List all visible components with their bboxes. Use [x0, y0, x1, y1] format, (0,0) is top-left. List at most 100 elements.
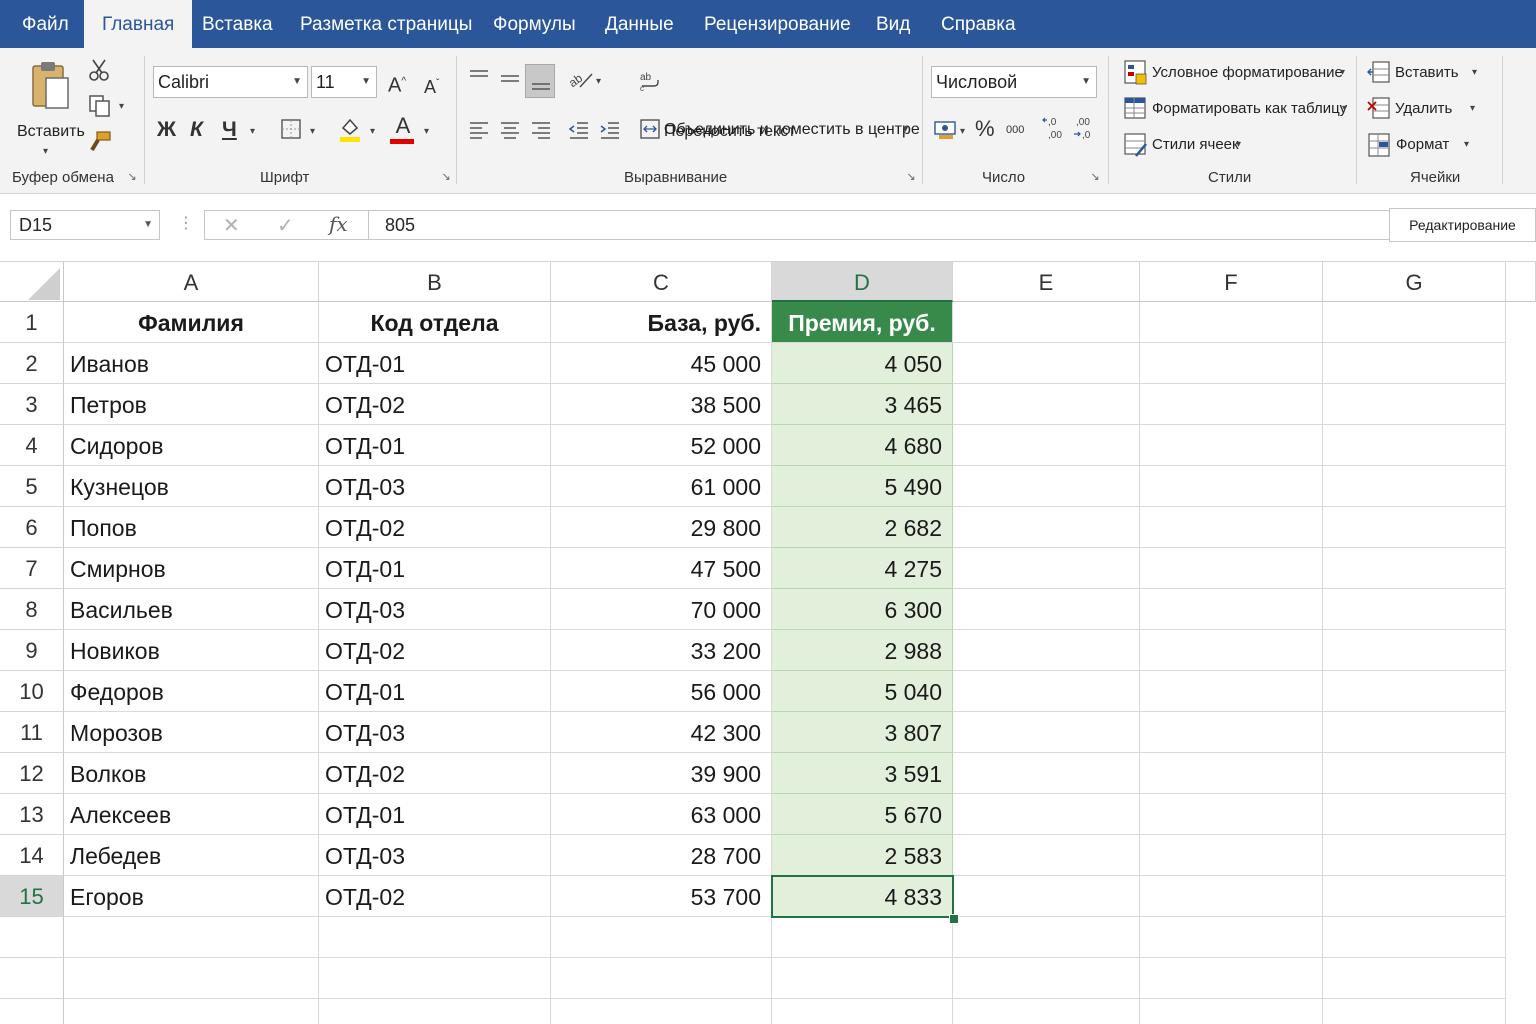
cell-g9[interactable]: [1323, 630, 1506, 671]
format-painter-icon[interactable]: [88, 130, 112, 154]
merge-center-dropdown-caret[interactable]: ▾: [903, 124, 908, 135]
row-header-2[interactable]: 2: [0, 343, 64, 384]
cell-g14[interactable]: [1323, 835, 1506, 876]
row-header-12[interactable]: 12: [0, 753, 64, 794]
thousands-separator-button[interactable]: 000: [1006, 124, 1024, 136]
row-header-16[interactable]: [0, 917, 64, 958]
cell-g12[interactable]: [1323, 753, 1506, 794]
conditional-formatting-icon[interactable]: [1124, 60, 1148, 86]
cell-b15[interactable]: ОТД-02: [319, 876, 551, 917]
cell-b8[interactable]: ОТД-03: [319, 589, 551, 630]
cell-g15[interactable]: [1323, 876, 1506, 917]
merge-center-button[interactable]: Объединить и поместить в центре: [664, 120, 920, 140]
cell-e4[interactable]: [953, 425, 1140, 466]
cell-g11[interactable]: [1323, 712, 1506, 753]
row-header-3[interactable]: 3: [0, 384, 64, 425]
font-size-combo[interactable]: 11 ▼: [311, 66, 377, 98]
fill-color-icon[interactable]: [338, 116, 362, 142]
insert-function-button[interactable]: fx: [329, 212, 348, 236]
fill-handle[interactable]: [949, 914, 959, 924]
cell-f10[interactable]: [1140, 671, 1323, 712]
cell-a16[interactable]: [64, 917, 319, 958]
cell-a11[interactable]: Морозов: [64, 712, 319, 753]
number-format-combo[interactable]: Числовой ▼: [931, 66, 1097, 98]
row-header-1[interactable]: 1: [0, 302, 64, 343]
cell-c2[interactable]: 45 000: [551, 343, 772, 384]
cell-e13[interactable]: [953, 794, 1140, 835]
row-header-4[interactable]: 4: [0, 425, 64, 466]
name-box[interactable]: D15 ▼: [10, 210, 160, 240]
cell-g13[interactable]: [1323, 794, 1506, 835]
cell-a18[interactable]: [64, 999, 319, 1024]
cell-b5[interactable]: ОТД-03: [319, 466, 551, 507]
cell-d9[interactable]: 2 988: [772, 630, 953, 671]
delete-cells-icon[interactable]: [1367, 96, 1391, 122]
cell-e12[interactable]: [953, 753, 1140, 794]
cell-f6[interactable]: [1140, 507, 1323, 548]
column-header-f[interactable]: F: [1140, 262, 1323, 302]
cell-f9[interactable]: [1140, 630, 1323, 671]
wrap-text-icon[interactable]: ab c: [640, 70, 660, 92]
font-color-button[interactable]: A: [390, 114, 416, 144]
cell-b6[interactable]: ОТД-02: [319, 507, 551, 548]
cell-a13[interactable]: Алексеев: [64, 794, 319, 835]
borders-dropdown-caret[interactable]: ▾: [310, 126, 315, 137]
cell-d6[interactable]: 2 682: [772, 507, 953, 548]
format-cells-dropdown-caret[interactable]: ▾: [1464, 139, 1469, 150]
cell-g7[interactable]: [1323, 548, 1506, 589]
cell-d15[interactable]: 4 833: [772, 876, 953, 917]
formula-input[interactable]: 805: [368, 210, 1390, 240]
row-header-7[interactable]: 7: [0, 548, 64, 589]
cell-f8[interactable]: [1140, 589, 1323, 630]
cell-styles-icon[interactable]: [1124, 132, 1148, 158]
cell-styles-button[interactable]: Стили ячеек: [1152, 135, 1239, 155]
tab-review[interactable]: Рецензирование: [686, 0, 869, 48]
cell-g17[interactable]: [1323, 958, 1506, 999]
cell-c8[interactable]: 70 000: [551, 589, 772, 630]
grow-font-button[interactable]: A^: [388, 70, 406, 98]
cell-e17[interactable]: [953, 958, 1140, 999]
cell-e11[interactable]: [953, 712, 1140, 753]
paste-button[interactable]: Вставить ▾: [10, 56, 86, 157]
cell-c9[interactable]: 33 200: [551, 630, 772, 671]
cell-c6[interactable]: 29 800: [551, 507, 772, 548]
cell-d14[interactable]: 2 583: [772, 835, 953, 876]
cell-a6[interactable]: Попов: [64, 507, 319, 548]
tab-page-layout[interactable]: Разметка страницы: [282, 0, 490, 48]
cell-b14[interactable]: ОТД-03: [319, 835, 551, 876]
cell-d11[interactable]: 3 807: [772, 712, 953, 753]
delete-cells-button[interactable]: Удалить: [1395, 99, 1452, 119]
cell-d18[interactable]: [772, 999, 953, 1024]
cell-f18[interactable]: [1140, 999, 1323, 1024]
cell-f17[interactable]: [1140, 958, 1323, 999]
cell-c18[interactable]: [551, 999, 772, 1024]
cell-f5[interactable]: [1140, 466, 1323, 507]
cell-b13[interactable]: ОТД-01: [319, 794, 551, 835]
cell-e1[interactable]: [953, 302, 1140, 343]
cell-a12[interactable]: Волков: [64, 753, 319, 794]
cell-g6[interactable]: [1323, 507, 1506, 548]
tab-insert[interactable]: Вставка: [184, 0, 291, 48]
tab-help[interactable]: Справка: [923, 0, 1034, 48]
row-header-13[interactable]: 13: [0, 794, 64, 835]
cell-d12[interactable]: 3 591: [772, 753, 953, 794]
cell-d17[interactable]: [772, 958, 953, 999]
cell-g4[interactable]: [1323, 425, 1506, 466]
edit-mode-indicator[interactable]: Редактирование: [1389, 208, 1536, 242]
cell-f2[interactable]: [1140, 343, 1323, 384]
tab-formulas[interactable]: Формулы: [475, 0, 594, 48]
accounting-dropdown-caret[interactable]: ▾: [960, 126, 965, 137]
row-header-10[interactable]: 10: [0, 671, 64, 712]
cell-c1[interactable]: База, руб.: [551, 302, 772, 343]
cell-d5[interactable]: 5 490: [772, 466, 953, 507]
cell-f1[interactable]: [1140, 302, 1323, 343]
cell-f14[interactable]: [1140, 835, 1323, 876]
alignment-launcher-icon[interactable]: ↘: [905, 171, 917, 183]
underline-dropdown-caret[interactable]: ▾: [250, 126, 255, 137]
cell-e6[interactable]: [953, 507, 1140, 548]
column-header-b[interactable]: B: [319, 262, 551, 302]
cell-e14[interactable]: [953, 835, 1140, 876]
cell-d10[interactable]: 5 040: [772, 671, 953, 712]
row-header-9[interactable]: 9: [0, 630, 64, 671]
cell-a7[interactable]: Смирнов: [64, 548, 319, 589]
